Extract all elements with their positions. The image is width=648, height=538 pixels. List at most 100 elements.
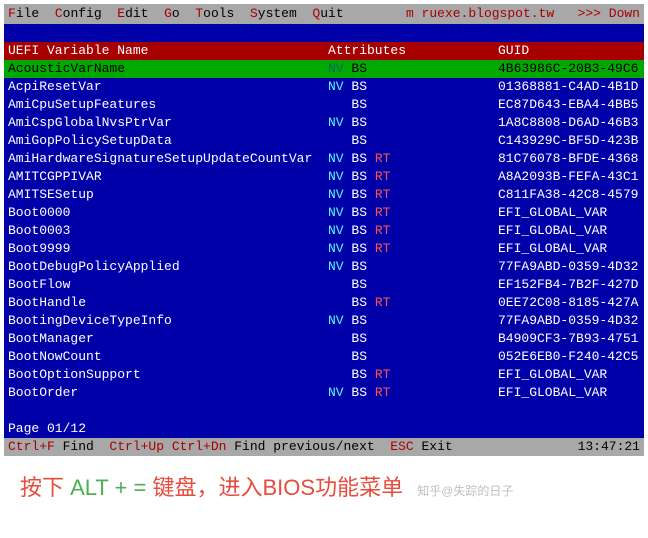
- var-name: AmiCpuSetupFeatures: [8, 96, 328, 114]
- attr-nv: NV: [328, 79, 351, 94]
- attr-bs: BS: [351, 97, 374, 112]
- attr-bs: BS: [351, 223, 374, 238]
- table-row[interactable]: Boot0000NV BS RTEFI_GLOBAL_VAR: [4, 204, 644, 222]
- attr-nv: NV: [328, 223, 351, 238]
- menu-item[interactable]: System: [250, 6, 297, 21]
- var-name: BootDebugPolicyApplied: [8, 258, 328, 276]
- var-name: AmiHardwareSignatureSetupUpdateCountVar: [8, 150, 328, 168]
- attr-rt: RT: [375, 367, 391, 382]
- var-name: BootManager: [8, 330, 328, 348]
- variable-list[interactable]: AcousticVarNameNV BS 4B63986C-20B3-49C6A…: [4, 60, 644, 402]
- var-guid: EFI_GLOBAL_VAR: [498, 204, 640, 222]
- table-row[interactable]: BootingDeviceTypeInfoNV BS 77FA9ABD-0359…: [4, 312, 644, 330]
- clock: 13:47:21: [578, 438, 640, 456]
- hint-key: Ctrl+F: [8, 438, 55, 456]
- var-attrs: BS RT: [328, 366, 498, 384]
- statusbar: Ctrl+F Find Ctrl+Up Ctrl+Dn Find previou…: [4, 438, 644, 456]
- table-row[interactable]: AmiCspGlobalNvsPtrVarNV BS 1A8C8808-D6AD…: [4, 114, 644, 132]
- menu-hotkey: F: [8, 6, 16, 21]
- header-guid: GUID: [498, 42, 640, 60]
- attr-nv: NV: [328, 313, 351, 328]
- table-row[interactable]: AcousticVarNameNV BS 4B63986C-20B3-49C6: [4, 60, 644, 78]
- header-attrs: Attributes: [328, 42, 498, 60]
- menu-hotkey: S: [250, 6, 258, 21]
- var-name: BootFlow: [8, 276, 328, 294]
- table-row[interactable]: AcpiResetVarNV BS 01368881-C4AD-4B1D: [4, 78, 644, 96]
- var-attrs: NV BS RT: [328, 384, 498, 402]
- var-guid: 81C76078-BFDE-4368: [498, 150, 640, 168]
- blog-label: m ruexe.blogspot.tw: [406, 5, 554, 23]
- var-name: BootOrder: [8, 384, 328, 402]
- var-attrs: BS: [328, 330, 498, 348]
- attr-nv: NV: [328, 115, 351, 130]
- attr-rt: RT: [375, 295, 391, 310]
- attr-rt: RT: [375, 187, 391, 202]
- var-attrs: NV BS: [328, 60, 498, 78]
- menu-item[interactable]: Edit: [117, 6, 148, 21]
- table-row[interactable]: BootOptionSupport BS RTEFI_GLOBAL_VAR: [4, 366, 644, 384]
- table-row[interactable]: BootNowCount BS 052E6EB0-F240-42C5: [4, 348, 644, 366]
- var-name: Boot9999: [8, 240, 328, 258]
- var-attrs: BS: [328, 132, 498, 150]
- attr-bs: BS: [351, 313, 374, 328]
- table-row[interactable]: BootHandle BS RT0EE72C08-8185-427A: [4, 294, 644, 312]
- table-row[interactable]: AmiHardwareSignatureSetupUpdateCountVarN…: [4, 150, 644, 168]
- caption: 按下 ALT + = 键盘，进入BIOS功能菜单 知乎@失踪的日子: [0, 460, 648, 512]
- menu-item[interactable]: Config: [55, 6, 102, 21]
- var-name: Boot0000: [8, 204, 328, 222]
- var-attrs: NV BS: [328, 114, 498, 132]
- var-name: AmiCspGlobalNvsPtrVar: [8, 114, 328, 132]
- table-row[interactable]: BootOrderNV BS RTEFI_GLOBAL_VAR: [4, 384, 644, 402]
- table-row[interactable]: AmiGopPolicySetupData BS C143929C-BF5D-4…: [4, 132, 644, 150]
- attr-bs: BS: [351, 151, 374, 166]
- hint-text: Find: [55, 438, 110, 456]
- terminal-window: File Config Edit Go Tools System Quit m …: [4, 4, 644, 456]
- attr-bs: BS: [351, 61, 374, 76]
- var-attrs: BS: [328, 96, 498, 114]
- var-name: BootingDeviceTypeInfo: [8, 312, 328, 330]
- table-header: UEFI Variable Name Attributes GUID: [4, 42, 644, 60]
- table-row[interactable]: AmiCpuSetupFeatures BS EC87D643-EBA4-4BB…: [4, 96, 644, 114]
- var-guid: EFI_GLOBAL_VAR: [498, 384, 640, 402]
- attr-nv: NV: [328, 187, 351, 202]
- attr-nv: NV: [328, 385, 351, 400]
- var-guid: 01368881-C4AD-4B1D: [498, 78, 640, 96]
- attr-nv: NV: [328, 169, 351, 184]
- hint-text: Exit: [414, 438, 453, 456]
- watermark: 知乎@失踪的日子: [417, 484, 513, 498]
- attr-bs: BS: [351, 133, 374, 148]
- attr-bs: BS: [351, 367, 374, 382]
- hint-key: ESC: [390, 438, 413, 456]
- var-guid: EFI_GLOBAL_VAR: [498, 240, 640, 258]
- menubar[interactable]: File Config Edit Go Tools System Quit m …: [4, 4, 644, 24]
- table-row[interactable]: BootFlow BS EF152FB4-7B2F-427D: [4, 276, 644, 294]
- menu-hotkey: G: [164, 6, 172, 21]
- menu-item[interactable]: Tools: [195, 6, 234, 21]
- var-attrs: NV BS RT: [328, 168, 498, 186]
- down-indicator: >>> Down: [578, 5, 640, 23]
- caption-text: 键盘，进入BIOS功能菜单: [153, 475, 404, 500]
- caption-alt: ALT + =: [70, 475, 146, 500]
- attr-bs: BS: [351, 79, 374, 94]
- table-row[interactable]: BootDebugPolicyAppliedNV BS 77FA9ABD-035…: [4, 258, 644, 276]
- attr-rt: RT: [375, 241, 391, 256]
- var-attrs: NV BS RT: [328, 240, 498, 258]
- var-guid: 052E6EB0-F240-42C5: [498, 348, 640, 366]
- var-attrs: NV BS: [328, 78, 498, 96]
- table-row[interactable]: Boot0003NV BS RTEFI_GLOBAL_VAR: [4, 222, 644, 240]
- attr-bs: BS: [351, 331, 374, 346]
- var-name: BootOptionSupport: [8, 366, 328, 384]
- attr-bs: BS: [351, 259, 374, 274]
- menu-item[interactable]: Quit: [312, 6, 343, 21]
- menu-item[interactable]: File: [8, 6, 39, 21]
- var-guid: C811FA38-42C8-4579: [498, 186, 640, 204]
- menu-item[interactable]: Go: [164, 6, 180, 21]
- table-row[interactable]: BootManager BS B4909CF3-7B93-4751: [4, 330, 644, 348]
- attr-bs: BS: [351, 385, 374, 400]
- menu-hotkey: C: [55, 6, 63, 21]
- var-guid: C143929C-BF5D-423B: [498, 132, 640, 150]
- table-row[interactable]: Boot9999NV BS RTEFI_GLOBAL_VAR: [4, 240, 644, 258]
- attr-nv: NV: [328, 205, 351, 220]
- table-row[interactable]: AMITCGPPIVARNV BS RTA8A2093B-FEFA-43C1: [4, 168, 644, 186]
- table-row[interactable]: AMITSESetupNV BS RTC811FA38-42C8-4579: [4, 186, 644, 204]
